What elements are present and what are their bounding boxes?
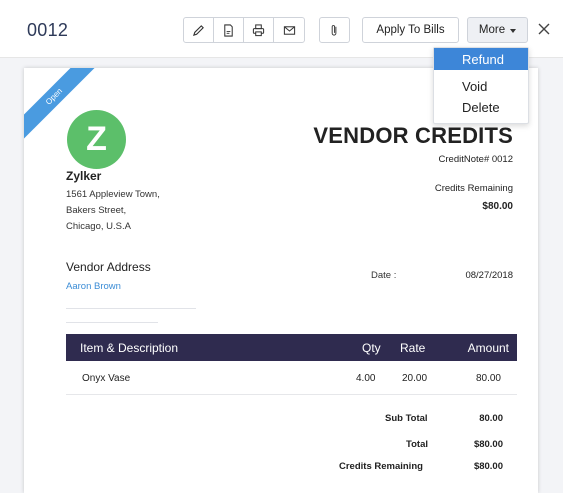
pdf-button[interactable] [214, 18, 244, 42]
item-amount: 80.00 [475, 373, 501, 384]
menu-item-void[interactable]: Void [434, 75, 528, 97]
divider [66, 322, 158, 323]
sub-total-value: 80.00 [479, 413, 503, 424]
total-value: $80.00 [473, 439, 503, 450]
email-button[interactable] [274, 18, 304, 42]
toolbar-group [183, 17, 305, 43]
date-value: 08/27/2018 [465, 270, 513, 281]
attach-button[interactable] [319, 17, 350, 43]
items-table-header: Item & Description Qty Rate Amount [66, 334, 517, 361]
menu-item-refund[interactable]: Refund [434, 48, 528, 70]
edit-button[interactable] [184, 18, 214, 42]
organization-name: Zylker [66, 169, 102, 183]
print-button[interactable] [244, 18, 274, 42]
attachment-icon [331, 24, 337, 36]
column-header-qty: Qty [362, 341, 381, 355]
email-icon [283, 25, 295, 35]
credits-remaining-summary-value: $80.00 [473, 461, 503, 472]
more-dropdown-menu: Refund Void Delete [433, 47, 529, 124]
credit-note-number: CreditNote# 0012 [438, 154, 513, 165]
close-icon [538, 23, 550, 35]
document-title: VENDOR CREDITS [313, 123, 513, 148]
column-header-item: Item & Description [80, 341, 179, 355]
vendor-address-label: Vendor Address [66, 260, 151, 274]
date-label: Date : [371, 270, 397, 281]
divider [66, 308, 196, 309]
table-row: Onyx Vase 4.00 20.00 80.00 [66, 366, 517, 395]
more-button[interactable]: More [467, 17, 528, 43]
vendor-name-link[interactable]: Aaron Brown [66, 281, 121, 292]
item-rate: 20.00 [402, 373, 428, 384]
close-button[interactable] [536, 21, 552, 37]
document-number: 0012 [27, 20, 69, 40]
print-icon [252, 23, 265, 36]
caret-down-icon [510, 29, 517, 33]
address-line: Bakers Street, [66, 205, 127, 216]
total-label: Total [406, 439, 428, 450]
vendor-credit-document: Open Z VENDOR CREDITS CreditNote# 0012 C… [24, 68, 538, 493]
column-header-amount: Amount [467, 341, 509, 355]
item-name: Onyx Vase [82, 373, 131, 384]
item-qty: 4.00 [356, 373, 376, 384]
menu-item-delete[interactable]: Delete [434, 96, 528, 118]
credits-remaining-label: Credits Remaining [434, 183, 513, 194]
credits-remaining-value: $80.00 [482, 201, 513, 212]
sub-total-label: Sub Total [385, 413, 428, 424]
more-label: More [478, 24, 506, 36]
address-line: Chicago, U.S.A [66, 221, 131, 232]
column-header-rate: Rate [400, 341, 426, 355]
edit-icon [192, 24, 204, 36]
company-logo: Z [67, 110, 126, 169]
pdf-icon [224, 23, 233, 37]
address-line: 1561 Appleview Town, [66, 189, 160, 200]
apply-to-bills-button[interactable]: Apply To Bills [362, 17, 459, 43]
credits-remaining-summary-label: Credits Remaining [339, 461, 423, 472]
